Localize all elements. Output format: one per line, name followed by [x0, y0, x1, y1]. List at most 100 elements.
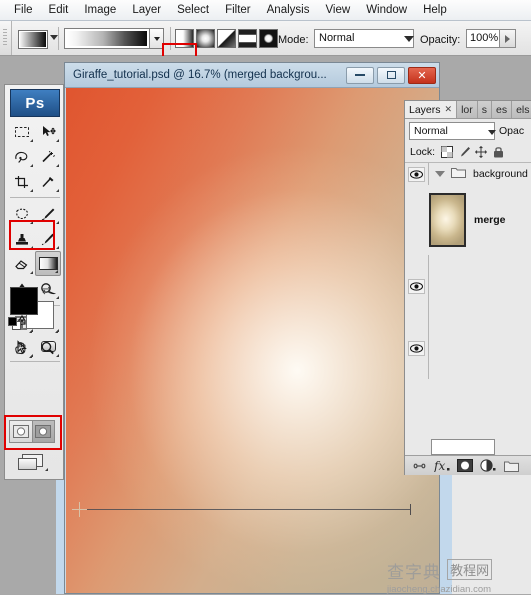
- hand-tool[interactable]: [8, 335, 34, 360]
- menu-item-layer[interactable]: Layer: [124, 2, 169, 18]
- lock-image-pixels-icon[interactable]: [457, 145, 471, 159]
- tab-paths[interactable]: s: [477, 101, 492, 118]
- layer-blend-mode-select[interactable]: Normal: [409, 122, 496, 140]
- menu-item-analysis[interactable]: Analysis: [259, 2, 318, 18]
- eye-icon[interactable]: [408, 278, 425, 294]
- tab-channels[interactable]: lor: [457, 101, 478, 118]
- layer-opacity-label: Opac: [499, 125, 525, 137]
- gradient-picker-chevron-down-icon[interactable]: [150, 28, 164, 49]
- maximize-button[interactable]: [377, 66, 405, 84]
- tab-styles[interactable]: es: [491, 101, 513, 118]
- layers-blend-row: Normal Opac: [405, 120, 531, 142]
- tab-channels-2[interactable]: els: [512, 101, 531, 118]
- tab-layers-label: Layers: [409, 103, 441, 116]
- menu-item-file[interactable]: File: [6, 2, 41, 18]
- layers-lock-row: Lock:: [405, 142, 531, 163]
- layer-name: background: [473, 168, 528, 180]
- close-icon[interactable]: ✕: [445, 104, 453, 115]
- eraser-tool[interactable]: [9, 251, 35, 276]
- magic-wand-tool[interactable]: [35, 144, 61, 169]
- opacity-input[interactable]: 100%: [466, 29, 500, 48]
- new-group-icon[interactable]: [503, 458, 519, 473]
- options-separator-2: [170, 27, 171, 50]
- layer-visibility-cell[interactable]: [405, 255, 429, 317]
- right-blue-strip: [440, 475, 452, 594]
- lock-transparent-pixels-icon[interactable]: [440, 145, 454, 159]
- table-row[interactable]: background: [405, 163, 531, 185]
- gradient-type-angle-button[interactable]: [217, 29, 236, 48]
- document-title-bar[interactable]: Giraffe_tutorial.psd @ 16.7% (merged bac…: [65, 63, 439, 88]
- add-layer-mask-icon[interactable]: [457, 458, 473, 473]
- swap-colors-icon[interactable]: ⇄: [42, 284, 51, 297]
- gradient-type-radial-button[interactable]: [196, 29, 215, 48]
- edit-in-standard-mode-button[interactable]: [10, 421, 32, 442]
- gradient-tool[interactable]: [35, 251, 61, 276]
- default-colors-icon[interactable]: [8, 317, 21, 330]
- brush-tool[interactable]: [35, 201, 61, 226]
- slice-tool[interactable]: [35, 169, 61, 194]
- gradient-type-linear-button[interactable]: [175, 29, 194, 48]
- gradient-tool-preset-icon[interactable]: [18, 30, 48, 49]
- menu-item-select[interactable]: Select: [169, 2, 217, 18]
- new-adjustment-layer-icon[interactable]: [480, 458, 496, 473]
- lock-all-icon[interactable]: [491, 145, 505, 159]
- opacity-label: Opacity:: [420, 34, 461, 46]
- menu-item-filter[interactable]: Filter: [217, 2, 259, 18]
- foreground-color-swatch[interactable]: [10, 287, 38, 315]
- blend-mode-chevron-down-icon[interactable]: [404, 36, 414, 42]
- menu-item-help[interactable]: Help: [415, 2, 455, 18]
- group-expand-chevron-down-icon[interactable]: [435, 171, 445, 177]
- gradient-drag-line: [78, 504, 411, 515]
- menu-item-image[interactable]: Image: [76, 2, 124, 18]
- document-canvas[interactable]: [66, 88, 439, 593]
- right-panel-strip: [452, 475, 531, 594]
- lock-position-icon[interactable]: [474, 145, 488, 159]
- eye-icon[interactable]: [408, 340, 425, 356]
- minimize-button[interactable]: [346, 66, 374, 84]
- move-tool[interactable]: [35, 119, 61, 144]
- layer-thumbnail[interactable]: [429, 193, 466, 247]
- layer-name: merge: [474, 214, 506, 226]
- edit-in-quick-mask-mode-button[interactable]: [31, 421, 54, 442]
- menu-item-window[interactable]: Window: [358, 2, 415, 18]
- table-row[interactable]: merge: [405, 185, 531, 255]
- table-row[interactable]: [405, 255, 531, 317]
- gradient-type-reflected-button[interactable]: [238, 29, 257, 48]
- gradient-preview-button[interactable]: [64, 28, 150, 49]
- crop-tool[interactable]: [9, 169, 35, 194]
- tool-preset-chevron-down-icon[interactable]: [50, 35, 58, 40]
- left-blue-strip: [56, 480, 64, 594]
- close-button[interactable]: ✕: [408, 66, 436, 84]
- patch-tool[interactable]: [9, 201, 35, 226]
- clone-stamp-tool[interactable]: [9, 226, 35, 251]
- link-layers-icon[interactable]: [411, 458, 427, 473]
- eye-icon[interactable]: [408, 166, 425, 182]
- menu-bar: File Edit Image Layer Select Filter Anal…: [0, 0, 531, 21]
- menu-item-edit[interactable]: Edit: [41, 2, 77, 18]
- layer-visibility-cell[interactable]: [405, 163, 429, 185]
- tab-channels-label: lor: [461, 103, 473, 116]
- opacity-slider-arrow-icon[interactable]: [500, 29, 516, 48]
- options-bar-drag-grip[interactable]: [0, 21, 12, 55]
- tab-styles-label: es: [495, 103, 508, 116]
- blend-mode-select[interactable]: Normal: [314, 29, 414, 48]
- tool-group-selection: [9, 119, 61, 194]
- table-row[interactable]: [405, 317, 531, 379]
- lasso-tool[interactable]: [9, 144, 35, 169]
- screen-mode-button[interactable]: [14, 452, 50, 472]
- options-separator-1: [58, 27, 59, 50]
- svg-text:fx: fx: [434, 459, 445, 472]
- photoshop-logo: Ps: [10, 89, 60, 117]
- menu-item-view[interactable]: View: [317, 2, 358, 18]
- tool-group-retouch: [9, 201, 61, 301]
- gradient-type-diamond-button[interactable]: [259, 29, 278, 48]
- layer-visibility-cell[interactable]: [405, 317, 429, 379]
- tab-layers[interactable]: Layers ✕: [405, 101, 458, 118]
- rectangular-marquee-tool[interactable]: [9, 119, 35, 144]
- tab-channels-2-label: els: [516, 103, 530, 116]
- zoom-tool[interactable]: [34, 335, 60, 360]
- history-brush-tool[interactable]: [35, 226, 61, 251]
- document-title-text: Giraffe_tutorial.psd @ 16.7% (merged bac…: [73, 69, 327, 81]
- layers-horizontal-scrollbar[interactable]: [431, 439, 495, 455]
- add-layer-style-icon[interactable]: fx: [434, 458, 450, 473]
